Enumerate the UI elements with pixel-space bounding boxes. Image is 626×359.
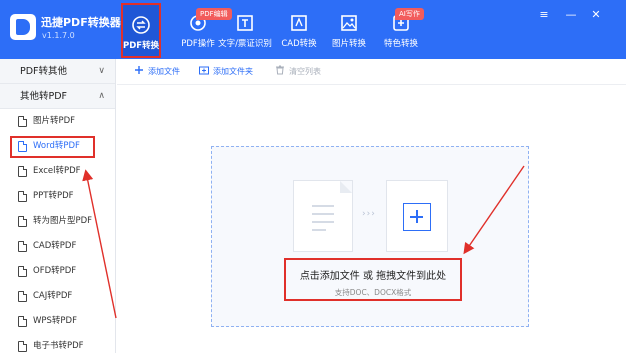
sidebar-item-label: Excel转PDF [33,166,81,176]
plus-icon [403,203,431,231]
cad-icon [289,13,309,33]
chevron-down-icon: ∨ [98,66,105,76]
sidebar-item-image-pdf[interactable]: 转为图片型PDF [0,209,115,234]
menu-icon[interactable]: ≡ [537,8,551,22]
sidebar-item-ppt-to-pdf[interactable]: PPT转PDF [0,184,115,209]
ai-writing-badge: AI写作 [395,8,424,20]
sidebar-item-ofd-to-pdf[interactable]: OFD转PDF [0,259,115,284]
sidebar-item-label: CAJ转PDF [33,291,73,301]
sidebar-item-wps-to-pdf[interactable]: WPS转PDF [0,309,115,334]
clear-list-button[interactable]: 清空列表 [275,59,321,85]
sidebar-item-caj-to-pdf[interactable]: CAJ转PDF [0,284,115,309]
sidebar-group-label: PDF转其他 [20,66,68,77]
top-nav-bar: 迅捷PDF转换器 v1.1.7.0 PDF转换 PDF操作 PDF编辑 文字/票… [0,0,626,59]
file-icon [18,166,27,177]
nav-label: 特色转换 [383,39,418,49]
file-icon [18,341,27,352]
file-icon [18,291,27,302]
chevron-up-icon: ∧ [98,91,105,101]
convert-icon [131,15,151,35]
add-folder-label: 添加文件夹 [213,67,253,76]
file-icon [18,191,27,202]
nav-label: 图片转换 [331,39,366,49]
file-icon [18,316,27,327]
file-icon [18,241,27,252]
add-folder-button[interactable]: 添加文件夹 [199,59,253,85]
app-logo [10,14,36,40]
drop-format-hint: 支持DOC、DOCX格式 [334,288,412,297]
toolbar: 添加文件 添加文件夹 清空列表 [117,59,626,85]
sidebar-item-label: 转为图片型PDF [33,216,93,226]
add-file-card[interactable] [386,180,448,252]
ocr-icon [235,13,255,33]
clear-list-label: 清空列表 [289,67,321,76]
sidebar-item-label: 电子书转PDF [33,341,84,351]
nav-label: 文字/票证识别 [218,39,272,49]
nav-ocr[interactable]: 文字/票证识别 [216,0,274,59]
sidebar-item-cad-to-pdf[interactable]: CAD转PDF [0,234,115,259]
sidebar-group-label: 其他转PDF [20,91,68,102]
add-file-label: 添加文件 [148,67,180,76]
document-icon [293,180,353,252]
app-name: 迅捷PDF转换器 [41,16,121,29]
sidebar-item-label: WPS转PDF [33,316,77,326]
add-file-button[interactable]: 添加文件 [134,59,180,85]
arrows-icon: ››› [362,209,376,219]
sidebar-item-excel-to-pdf[interactable]: Excel转PDF [0,159,115,184]
file-drop-zone[interactable]: ››› 点击添加文件 或 拖拽文件到此处 支持DOC、DOCX格式 [211,146,529,327]
file-icon [18,266,27,277]
minimize-icon[interactable]: — [564,8,578,22]
nav-pdf-convert[interactable]: PDF转换 [121,3,161,58]
trash-icon [275,60,285,75]
sidebar-group-pdf-to-other[interactable]: PDF转其他 ∨ [0,59,115,84]
sidebar-item-label: 图片转PDF [33,116,76,126]
nav-label: PDF转换 [123,41,160,51]
sidebar-item-label: PPT转PDF [33,191,74,201]
annotation-highlight-word-to-pdf [10,136,95,158]
close-icon[interactable]: ✕ [589,8,603,22]
image-icon [339,13,359,33]
add-folder-icon [199,60,209,75]
app-version: v1.1.7.0 [42,31,75,40]
sidebar-item-image-to-pdf[interactable]: 图片转PDF [0,109,115,134]
file-icon [18,116,27,127]
drop-instructions[interactable]: 点击添加文件 或 拖拽文件到此处 支持DOC、DOCX格式 [284,258,462,301]
sidebar: PDF转其他 ∨ 其他转PDF ∧ 图片转PDF Word转PDF Excel转… [0,59,116,359]
sidebar-item-ebook-to-pdf[interactable]: 电子书转PDF [0,334,115,359]
add-file-icon [134,60,144,74]
drop-main-text: 点击添加文件 或 拖拽文件到此处 [299,271,447,282]
nav-label: CAD转换 [281,39,317,49]
nav-cad[interactable]: CAD转换 [271,0,327,59]
sidebar-item-label: OFD转PDF [33,266,77,276]
nav-image[interactable]: 图片转换 [321,0,377,59]
sidebar-item-label: CAD转PDF [33,241,77,251]
sidebar-group-other-to-pdf[interactable]: 其他转PDF ∧ [0,84,115,109]
file-icon [18,216,27,227]
